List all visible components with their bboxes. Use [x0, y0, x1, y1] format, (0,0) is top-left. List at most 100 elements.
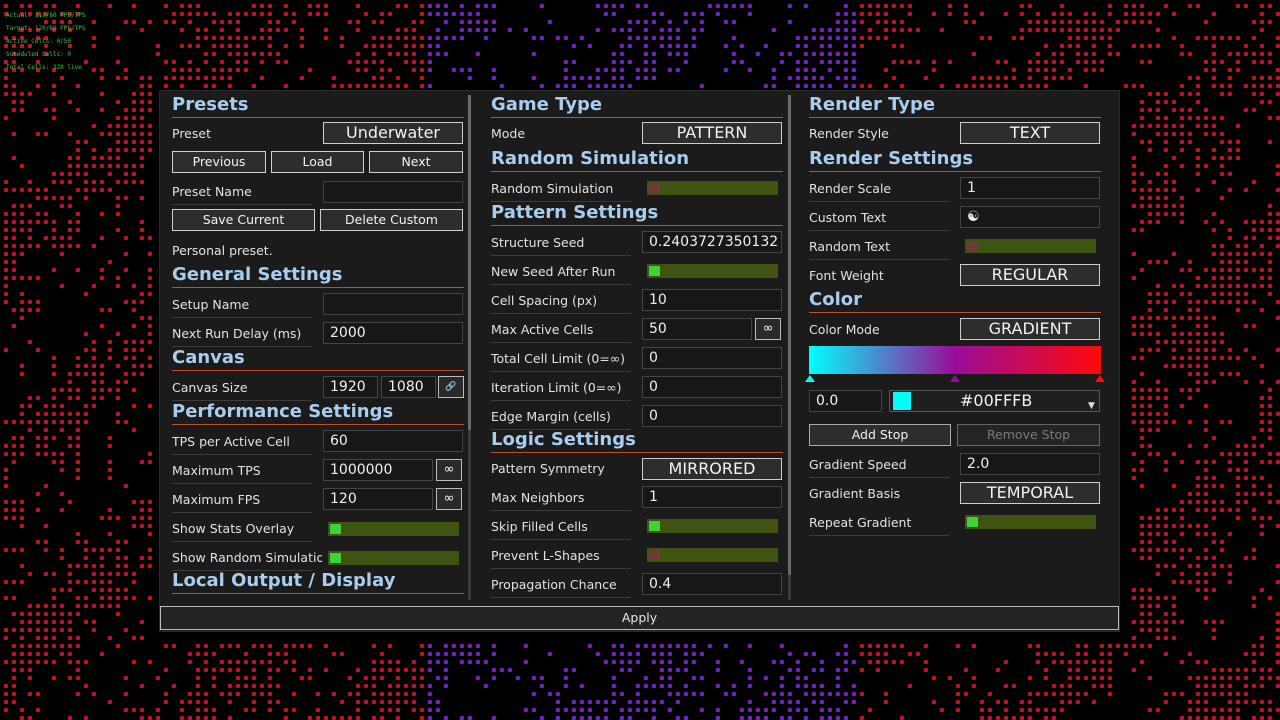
- mode-select[interactable]: PATTERN: [642, 122, 782, 144]
- background-cell: [1260, 636, 1264, 640]
- background-cell: [548, 20, 552, 24]
- random-simulation-toggle[interactable]: [647, 181, 778, 195]
- background-cell: [468, 652, 472, 656]
- background-cell: [1132, 356, 1136, 360]
- setup-name-input[interactable]: [323, 293, 463, 315]
- background-cell: [716, 708, 720, 712]
- background-cell: [668, 692, 672, 696]
- canvas-height-input[interactable]: 1080: [381, 376, 436, 398]
- cell-spacing-input[interactable]: 10: [642, 289, 782, 311]
- infinity-icon[interactable]: ∞: [436, 488, 462, 510]
- background-cell: [12, 244, 16, 248]
- background-cell: [1020, 12, 1024, 16]
- background-cell: [660, 700, 664, 704]
- label-underline: [809, 477, 949, 478]
- add-stop-button[interactable]: Add Stop: [809, 424, 951, 446]
- background-cell: [804, 684, 808, 688]
- background-cell: [1132, 380, 1136, 384]
- apply-button[interactable]: Apply: [160, 606, 1119, 630]
- background-cell: [572, 84, 576, 88]
- background-cell: [1148, 524, 1152, 528]
- edge-margin-input[interactable]: 0: [642, 405, 782, 427]
- background-cell: [108, 348, 112, 352]
- prevent-l-shapes-toggle[interactable]: [647, 548, 778, 562]
- max-fps-input[interactable]: 120: [323, 488, 433, 510]
- load-preset-button[interactable]: Load: [271, 151, 364, 173]
- total-cell-limit-input[interactable]: 0: [642, 347, 782, 369]
- previous-preset-button[interactable]: Previous: [172, 151, 266, 173]
- propagation-chance-input[interactable]: 0.4: [642, 573, 782, 595]
- background-cell: [1260, 4, 1264, 8]
- canvas-width-input[interactable]: 1920: [323, 376, 378, 398]
- scrollbar-thumb[interactable]: [468, 95, 471, 430]
- tps-per-cell-input[interactable]: 60: [323, 430, 463, 452]
- render-scale-input[interactable]: 1: [960, 177, 1100, 199]
- custom-text-input[interactable]: ☯: [960, 206, 1100, 228]
- background-cell: [1068, 692, 1072, 696]
- gradient-stop-marker[interactable]: [950, 375, 960, 382]
- stop-color-picker[interactable]: #00FFFB ▼: [889, 390, 1100, 412]
- scrollbar-thumb[interactable]: [788, 95, 791, 575]
- font-weight-select[interactable]: REGULAR: [960, 264, 1100, 286]
- gradient-editor-bar[interactable]: [809, 346, 1101, 374]
- background-cell: [556, 692, 560, 696]
- gradient-stop-marker[interactable]: [805, 375, 815, 382]
- background-cell: [1212, 332, 1216, 336]
- iteration-limit-input[interactable]: 0: [642, 376, 782, 398]
- stop-position-input[interactable]: 0.0: [809, 390, 882, 412]
- gradient-basis-select[interactable]: TEMPORAL: [960, 482, 1100, 504]
- background-cell: [76, 596, 80, 600]
- gradient-speed-input[interactable]: 2.0: [960, 453, 1100, 475]
- delete-custom-button[interactable]: Delete Custom: [320, 209, 463, 231]
- background-cell: [1036, 20, 1040, 24]
- pattern-symmetry-select[interactable]: MIRRORED: [642, 458, 782, 480]
- background-cell: [1148, 140, 1152, 144]
- structure-seed-input[interactable]: 0.2403727350132: [642, 231, 782, 253]
- background-cell: [1172, 284, 1176, 288]
- background-cell: [1172, 340, 1176, 344]
- background-cell: [196, 44, 200, 48]
- background-cell: [148, 236, 152, 240]
- next-preset-button[interactable]: Next: [369, 151, 463, 173]
- background-cell: [1156, 348, 1160, 352]
- background-cell: [1004, 716, 1008, 720]
- background-cell: [1172, 524, 1176, 528]
- background-cell: [20, 636, 24, 640]
- max-neighbors-input[interactable]: 1: [642, 486, 782, 508]
- background-cell: [92, 564, 96, 568]
- background-cell: [1204, 580, 1208, 584]
- new-seed-toggle[interactable]: [647, 264, 778, 278]
- background-cell: [604, 700, 608, 704]
- background-cell: [1260, 364, 1264, 368]
- background-cell: [372, 44, 376, 48]
- show-stats-toggle[interactable]: [328, 522, 459, 536]
- background-cell: [660, 684, 664, 688]
- color-mode-select[interactable]: GRADIENT: [960, 318, 1100, 340]
- background-cell: [812, 652, 816, 656]
- background-cell: [468, 644, 472, 648]
- background-cell: [60, 556, 64, 560]
- repeat-gradient-toggle[interactable]: [965, 515, 1096, 529]
- render-style-select[interactable]: TEXT: [960, 122, 1100, 144]
- game-scrollbar[interactable]: [788, 95, 791, 600]
- random-text-toggle[interactable]: [965, 239, 1096, 253]
- preset-select[interactable]: Underwater: [323, 122, 463, 144]
- save-current-button[interactable]: Save Current: [172, 209, 315, 231]
- remove-stop-button[interactable]: Remove Stop: [957, 424, 1100, 446]
- infinity-icon[interactable]: ∞: [755, 318, 781, 340]
- background-cell: [1132, 644, 1136, 648]
- max-tps-input[interactable]: 1000000: [323, 459, 433, 481]
- gradient-stop-marker[interactable]: [1095, 375, 1105, 382]
- link-aspect-icon[interactable]: 🔗: [438, 376, 464, 398]
- background-cell: [892, 660, 896, 664]
- max-active-cells-input[interactable]: 50: [642, 318, 752, 340]
- next-run-delay-input[interactable]: 2000: [323, 322, 463, 344]
- background-cell: [76, 244, 80, 248]
- skip-filled-toggle[interactable]: [647, 519, 778, 533]
- presets-scrollbar[interactable]: [468, 95, 471, 600]
- infinity-icon[interactable]: ∞: [436, 459, 462, 481]
- background-cell: [44, 548, 48, 552]
- background-cell: [612, 676, 616, 680]
- preset-name-input[interactable]: [323, 181, 463, 203]
- show-random-stats-toggle[interactable]: [328, 551, 459, 565]
